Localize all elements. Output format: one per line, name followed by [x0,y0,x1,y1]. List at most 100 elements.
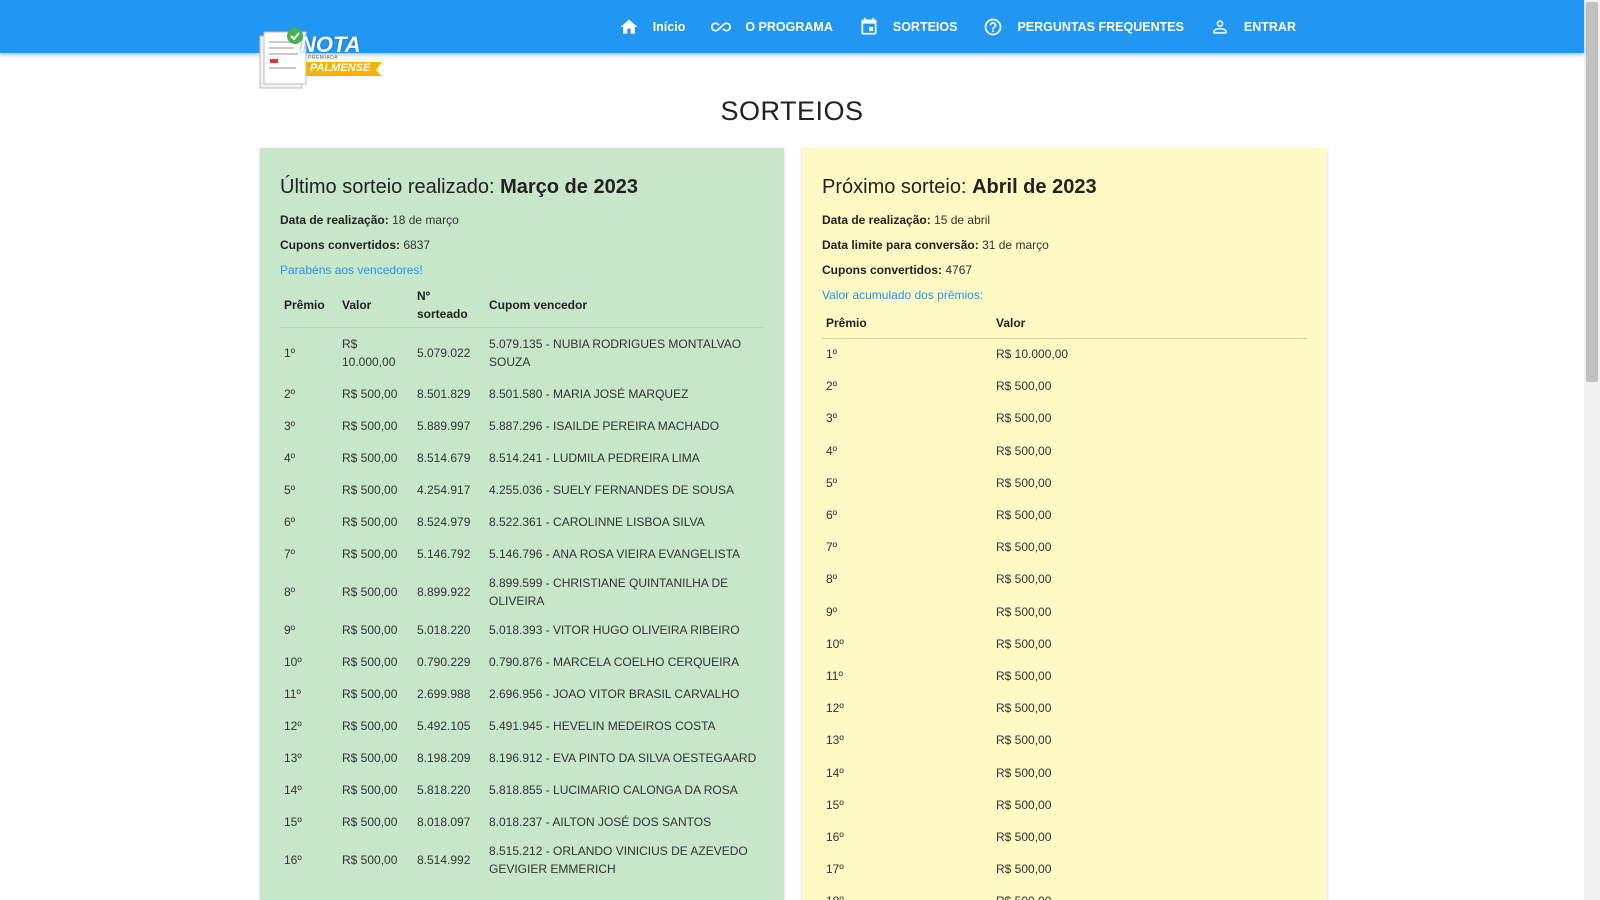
row-cupom: 5.491.945 - HEVELIN MEDEIROS COSTA [489,718,716,733]
table-row: 5º R$ 500,00 [822,467,1307,499]
last-draw-card: Último sorteio realizado: Março de 2023 … [260,148,784,900]
row-cupom: 2.696.956 - JOAO VITOR BRASIL CARVALHO [489,686,740,701]
header-premio: Prêmio [284,298,325,312]
table-row: 9º R$ 500,00 [822,596,1307,628]
table-row: 11º R$ 500,00 2.699.988 2.696.956 - JOAO VI… [280,678,764,710]
table-row: 13º R$ 500,00 8.198.209 8.196.912 - EVA PIN… [280,742,764,774]
user-icon [1210,17,1230,37]
next-draw-coupons: Cupons convertidos: 4767 [822,258,1307,283]
next-draw-title: Próximo sorteio: Abril de 2023 [822,176,1307,199]
row-premio: 12º [826,701,844,716]
table-row: 13º R$ 500,00 [822,724,1307,756]
row-premio: 16º [284,852,302,867]
table-row: 1º R$ 10.000,00 5.079.022 5.079.135 - NUBIA… [280,328,764,378]
row-numero: 8.501.829 [417,386,471,401]
row-premio: 1º [826,347,838,362]
row-premio: 17º [826,862,844,877]
row-premio: 13º [826,733,844,748]
row-numero: 8.524.979 [417,514,471,529]
next-draw-date-label: Data de realização: [822,213,931,227]
row-premio: 2º [284,386,296,401]
row-valor: R$ 500,00 [996,862,1052,877]
last-draw-coupons-value: 6837 [403,238,431,252]
nav-inicio[interactable]: Início [619,17,685,37]
row-numero: 5.146.792 [417,546,471,561]
logo-text-small: PREMIADA [308,55,339,61]
nav-perguntas-label: PERGUNTAS FREQUENTES [1017,19,1184,34]
nav-entrar[interactable]: ENTRAR [1210,17,1296,37]
table-row: 2º R$ 500,00 [822,370,1307,402]
row-numero: 8.018.097 [417,814,471,829]
row-cupom: 8.515.212 - ORLANDO VINICIUS DE AZEVEDO … [489,843,748,876]
table-row: 15º R$ 500,00 [822,789,1307,821]
nav-o-programa-label: O PROGRAMA [745,19,833,34]
table-row: 7º R$ 500,00 [822,531,1307,563]
table-row: 4º R$ 500,00 8.514.679 8.514.241 - LUDMILA … [280,442,764,474]
row-valor: R$ 500,00 [342,584,398,599]
nav-sorteios-label: SORTEIOS [892,19,958,34]
row-valor: R$ 500,00 [996,701,1052,716]
row-premio: 16º [826,829,844,844]
row-cupom: 5.018.393 - VITOR HUGO OLIVEIRA RIBEIRO [489,622,740,637]
row-premio: 14º [284,782,302,797]
table-row: 10º R$ 500,00 [822,628,1307,660]
row-valor: R$ 500,00 [992,885,1307,900]
row-premio: 2º [826,379,838,394]
row-numero: 5.492.105 [417,718,471,733]
header-numero: Nº sorteado [417,289,468,321]
row-valor: R$ 10.000,00 [342,336,396,369]
table-row: 6º R$ 500,00 [822,499,1307,531]
page-scrollbar[interactable] [1584,0,1600,900]
row-numero: 5.818.220 [417,782,471,797]
table-row: 3º R$ 500,00 5.889.997 5.887.296 - ISAILDE … [280,410,764,442]
prizes-table: Prêmio Valor 1º R$ 10.000,00 2º R$ 500,00 … [822,308,1307,900]
row-cupom: 8.196.912 - EVA PINTO DA SILVA OESTEGAAR… [489,750,757,765]
table-row: 12º R$ 500,00 5.492.105 5.491.945 - HEVELIN… [280,710,764,742]
row-cupom: 8.018.237 - AILTON JOSÉ DOS SANTOS [489,814,712,829]
row-premio: 8º [826,572,838,587]
nav-perguntas-frequentes[interactable]: PERGUNTAS FREQUENTES [983,17,1184,37]
home-icon [619,17,639,37]
row-premio: 3º [284,418,296,433]
logo-text-palmense: PALMENSE [310,62,371,74]
row-premio: 5º [826,475,838,490]
row-premio: 7º [826,540,838,555]
row-cupom: 0.790.876 - MARCELA COELHO CERQUEIRA [489,654,740,669]
table-row: 17º R$ 500,00 [822,853,1307,885]
row-numero: 5.889.997 [417,418,471,433]
row-premio: 3º [826,411,838,426]
winners-table-header: Prêmio Valor Nº sorteado Cupom vencedor [280,283,764,328]
next-draw-deadline: Data limite para conversão: 31 de março [822,233,1307,258]
top-app-bar: Início O PROGRAMA SORTEIOS PERGUNTAS FRE… [0,0,1584,53]
row-cupom: 5.079.135 - NUBIA RODRIGUES MONTALVAO SO… [489,336,742,369]
row-numero: 8.514.992 [417,852,471,867]
row-numero: 5.079.022 [417,345,471,360]
page-title: SORTEIOS [720,96,864,126]
winners-congrats-link[interactable]: Parabéns aos vencedores! [280,258,764,283]
row-premio: 15º [826,797,844,812]
row-valor: R$ 10.000,00 [996,347,1069,362]
nav-sorteios[interactable]: SORTEIOS [859,17,958,37]
row-premio: 6º [284,514,296,529]
row-valor: R$ 500,00 [996,475,1052,490]
row-numero: 8.198.209 [417,750,471,765]
row-premio: 13º [284,750,302,765]
table-row: 7º R$ 500,00 5.146.792 5.146.796 - ANA ROSA… [280,538,764,570]
row-premio: 14º [826,765,844,780]
row-premio: 10º [284,654,302,669]
header-premio: Prêmio [826,315,867,330]
nota-palmense-logo[interactable]: NOTA PREMIADA PALMENSE [258,26,382,90]
row-valor: R$ 500,00 [342,782,398,797]
row-valor: R$ 500,00 [342,654,398,669]
row-valor: R$ 500,00 [342,622,398,637]
scrollbar-thumb[interactable] [1586,2,1598,382]
table-row: 16º R$ 500,00 [822,821,1307,853]
row-cupom: 8.522.361 - CAROLINNE LISBOA SILVA [489,514,705,529]
accumulated-prizes-link[interactable]: Valor acumulado dos prêmios: [822,283,1307,308]
nav-o-programa[interactable]: O PROGRAMA [711,17,833,37]
row-valor: R$ 500,00 [996,572,1052,587]
row-cupom: 8.514.241 - LUDMILA PEDREIRA LIMA [489,450,700,465]
table-row: 5º R$ 500,00 4.254.917 4.255.036 - SUELY FE… [280,474,764,506]
row-premio: 5º [284,482,296,497]
row-cupom: 5.887.296 - ISAILDE PEREIRA MACHADO [489,418,720,433]
